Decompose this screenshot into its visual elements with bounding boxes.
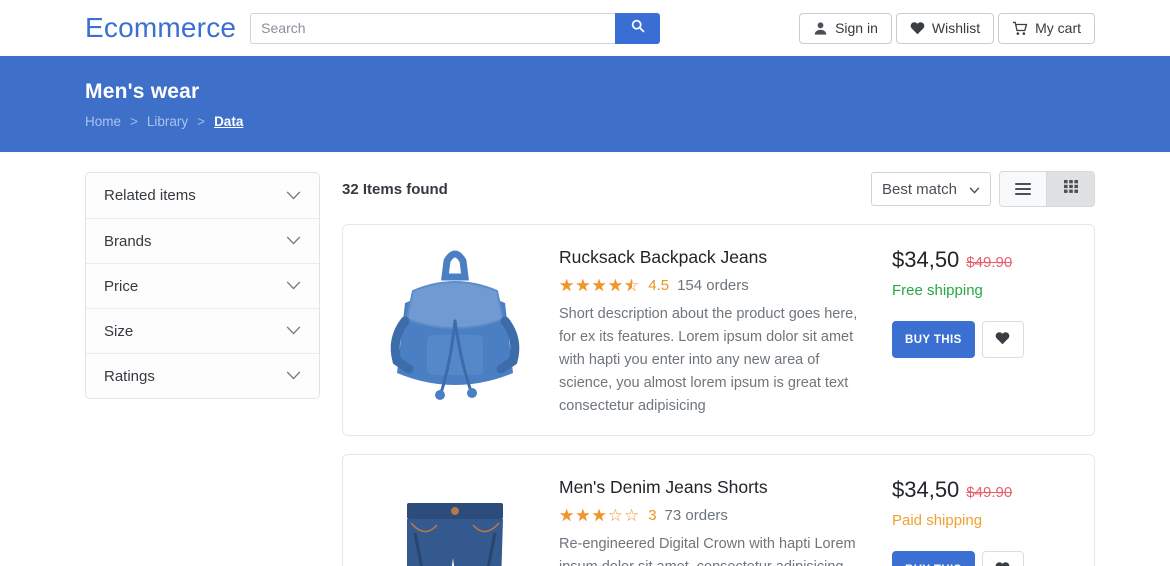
buy-row: BUY THIS xyxy=(892,321,1076,358)
star-rating: ☆☆☆☆☆★★★★★ xyxy=(559,506,641,525)
product-details: Men's Denim Jeans Shorts ☆☆☆☆☆★★★★★ 3 73… xyxy=(549,471,884,566)
price-current: $34,50 xyxy=(892,477,960,502)
my-cart-label: My cart xyxy=(1035,20,1081,36)
filter-section-label: Related items xyxy=(104,187,196,204)
rating-value: 3 xyxy=(648,507,657,524)
list-view-button[interactable] xyxy=(1000,172,1047,206)
sort-select-value: Best match xyxy=(882,180,958,198)
sign-in-button[interactable]: Sign in xyxy=(799,12,892,44)
breadcrumb-separator: > xyxy=(197,114,206,129)
favorite-button[interactable] xyxy=(981,551,1024,566)
filter-section-brands[interactable]: Brands xyxy=(86,218,319,263)
chevron-down-icon xyxy=(286,187,301,205)
buy-this-button[interactable]: BUY THIS xyxy=(892,551,975,566)
heart-icon xyxy=(910,21,925,35)
product-title[interactable]: Rucksack Backpack Jeans xyxy=(559,247,870,268)
buy-this-button[interactable]: BUY THIS xyxy=(892,321,975,358)
price-old: $49.90 xyxy=(966,254,1013,271)
filter-section-label: Brands xyxy=(104,232,152,250)
chevron-down-icon xyxy=(286,232,301,250)
cart-icon xyxy=(1012,21,1028,36)
view-toggle-group xyxy=(999,171,1095,207)
price-row: $34,50 $49.90 xyxy=(892,477,1076,503)
grid-view-button[interactable] xyxy=(1047,172,1094,206)
product-purchase-panel: $34,50 $49.90 Free shipping BUY THIS xyxy=(884,241,1076,419)
header: Ecommerce Sign in Wishlist My cart xyxy=(0,0,1170,56)
filter-section-label: Price xyxy=(104,277,139,295)
logo[interactable]: Ecommerce xyxy=(85,12,236,44)
breadcrumb-home[interactable]: Home xyxy=(85,114,121,129)
filters-sidebar: Related items Brands Price Size Ratings xyxy=(85,172,320,566)
product-image[interactable] xyxy=(361,471,549,566)
sign-in-label: Sign in xyxy=(835,20,878,36)
filter-accordion: Related items Brands Price Size Ratings xyxy=(85,172,320,399)
results-main: 32 Items found Best match Rucksack Backp… xyxy=(342,171,1095,566)
filter-section-price[interactable]: Price xyxy=(86,263,319,308)
page-title: Men's wear xyxy=(85,80,200,103)
heart-icon xyxy=(995,561,1010,566)
breadcrumb-current[interactable]: Data xyxy=(214,114,243,129)
grid-icon xyxy=(1063,180,1078,198)
product-description: Short description about the product goes… xyxy=(559,306,858,414)
price-row: $34,50 $49.90 xyxy=(892,247,1076,273)
orders-count: 154 orders xyxy=(677,277,749,294)
product-photo xyxy=(368,241,543,419)
chevron-down-icon xyxy=(286,277,301,295)
sort-select[interactable]: Best match xyxy=(871,172,991,206)
list-icon xyxy=(1015,183,1031,195)
chevron-down-icon xyxy=(286,322,301,340)
product-rating-row: ☆☆☆☆☆★★★★★ 3 73 orders xyxy=(559,507,870,524)
search-input[interactable] xyxy=(250,12,616,44)
search-bar xyxy=(250,12,661,44)
price-old: $49.90 xyxy=(966,484,1013,501)
filter-section-label: Size xyxy=(104,322,134,340)
product-list: Rucksack Backpack Jeans ☆☆☆☆☆★★★★★ 4.5 1… xyxy=(342,224,1095,566)
buy-row: BUY THIS xyxy=(892,551,1076,566)
wishlist-button[interactable]: Wishlist xyxy=(895,12,995,44)
search-button[interactable] xyxy=(615,12,661,44)
items-found-label: 32 Items found xyxy=(342,180,448,198)
product-card[interactable]: Men's Denim Jeans Shorts ☆☆☆☆☆★★★★★ 3 73… xyxy=(342,454,1095,566)
rating-value: 4.5 xyxy=(648,277,670,294)
filter-section-related-items[interactable]: Related items xyxy=(86,173,319,218)
product-description: Re-engineered Digital Crown with hapti L… xyxy=(559,536,856,566)
filter-section-label: Ratings xyxy=(104,367,155,385)
product-rating-row: ☆☆☆☆☆★★★★★ 4.5 154 orders xyxy=(559,277,870,294)
chevron-down-icon xyxy=(286,367,301,385)
heart-icon xyxy=(995,331,1010,348)
product-card[interactable]: Rucksack Backpack Jeans ☆☆☆☆☆★★★★★ 4.5 1… xyxy=(342,224,1095,436)
hero-banner: Men's wear Home > Library > Data xyxy=(0,56,1170,152)
product-purchase-panel: $34,50 $49.90 Paid shipping BUY THIS xyxy=(884,471,1076,566)
filter-section-size[interactable]: Size xyxy=(86,308,319,353)
breadcrumb-separator: > xyxy=(130,114,138,129)
star-rating: ☆☆☆☆☆★★★★★ xyxy=(559,276,641,295)
orders-count: 73 orders xyxy=(664,507,728,524)
chevron-down-icon xyxy=(969,181,980,198)
product-image[interactable] xyxy=(361,241,549,419)
header-actions: Sign in Wishlist My cart xyxy=(799,12,1095,44)
product-photo xyxy=(368,471,543,566)
product-title[interactable]: Men's Denim Jeans Shorts xyxy=(559,477,870,498)
toolbar-controls: Best match xyxy=(871,171,1095,207)
content: Related items Brands Price Size Ratings … xyxy=(0,152,1170,566)
filter-section-ratings[interactable]: Ratings xyxy=(86,353,319,398)
favorite-button[interactable] xyxy=(981,321,1024,358)
product-details: Rucksack Backpack Jeans ☆☆☆☆☆★★★★★ 4.5 1… xyxy=(549,241,884,419)
price-current: $34,50 xyxy=(892,247,960,272)
breadcrumb: Home > Library > Data xyxy=(85,114,1170,129)
results-toolbar: 32 Items found Best match xyxy=(342,171,1095,207)
shipping-badge: Paid shipping xyxy=(892,512,983,529)
search-icon xyxy=(631,19,645,38)
shipping-badge: Free shipping xyxy=(892,282,983,299)
user-icon xyxy=(813,21,828,36)
wishlist-label: Wishlist xyxy=(931,20,981,36)
my-cart-button[interactable]: My cart xyxy=(998,12,1095,44)
breadcrumb-library[interactable]: Library xyxy=(147,114,188,129)
